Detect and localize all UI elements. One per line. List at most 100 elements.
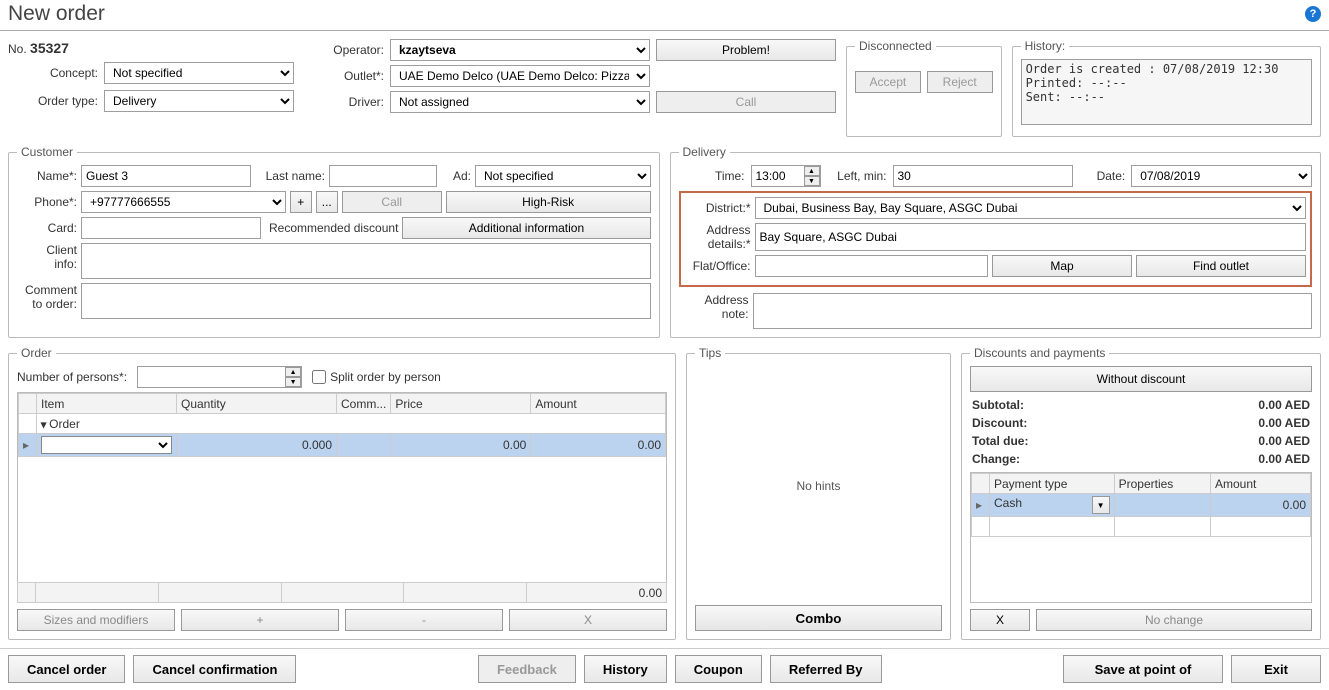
order-grid: Item Quantity Comm... Price Amount ▶Orde… — [18, 393, 666, 457]
date-select[interactable]: 07/08/2019 — [1131, 165, 1312, 187]
high-risk-button[interactable]: High-Risk — [446, 191, 651, 213]
payment-type-dropdown[interactable]: ▼ — [1092, 496, 1110, 514]
left-input[interactable] — [893, 165, 1074, 187]
change-label: Change: — [972, 452, 1228, 466]
addr-note-textarea[interactable] — [753, 293, 1313, 329]
phone-label: Phone*: — [17, 195, 77, 209]
without-discount-button[interactable]: Without discount — [970, 366, 1312, 392]
order-item-row: ▸ 0.000 0.00 0.00 — [19, 434, 666, 457]
district-select[interactable]: Dubai, Business Bay, Bay Square, ASGC Du… — [755, 197, 1307, 219]
order-legend: Order — [17, 346, 56, 360]
add-item-button[interactable]: + — [181, 609, 339, 631]
sizes-modifiers-button[interactable]: Sizes and modifiers — [17, 609, 175, 631]
num-persons-input[interactable] — [137, 366, 302, 388]
history-panel: History: Order is created : 07/08/2019 1… — [1012, 39, 1321, 137]
tips-legend: Tips — [695, 346, 725, 360]
name-label: Name*: — [17, 169, 77, 183]
tips-panel: Tips No hints Combo — [686, 346, 951, 640]
phone-add-button[interactable]: + — [290, 191, 312, 213]
disconnected-panel: Disconnected Accept Reject — [846, 39, 1002, 137]
operator-label: Operator: — [314, 43, 384, 57]
call-driver-button[interactable]: Call — [656, 91, 836, 113]
time-down[interactable]: ▼ — [804, 176, 820, 186]
subtotal-label: Subtotal: — [972, 398, 1228, 412]
phone-more-button[interactable]: ... — [316, 191, 338, 213]
discounts-legend: Discounts and payments — [970, 346, 1109, 360]
history-text[interactable]: Order is created : 07/08/2019 12:30 Prin… — [1021, 59, 1312, 125]
discounts-panel: Discounts and payments Without discount … — [961, 346, 1321, 640]
concept-label: Concept: — [8, 66, 98, 80]
split-check[interactable]: Split order by person — [312, 370, 441, 384]
disconnected-legend: Disconnected — [855, 39, 936, 53]
map-button[interactable]: Map — [992, 255, 1132, 277]
concept-select[interactable]: Not specified — [104, 62, 294, 84]
find-outlet-button[interactable]: Find outlet — [1136, 255, 1306, 277]
expand-icon[interactable]: ▶ — [40, 422, 49, 428]
cancel-order-button[interactable]: Cancel order — [8, 655, 125, 683]
payments-grid: Payment type Properties Amount ▸ Cash▼ 0… — [971, 473, 1311, 537]
cancel-confirmation-button[interactable]: Cancel confirmation — [133, 655, 296, 683]
date-label: Date: — [1079, 169, 1125, 183]
order-panel: Order Number of persons*: ▲▼ Split order… — [8, 346, 676, 640]
order-total: 0.00 — [527, 583, 667, 603]
referred-by-button[interactable]: Referred By — [770, 655, 882, 683]
problem-button[interactable]: Problem! — [656, 39, 836, 61]
outlet-label: Outlet*: — [314, 69, 384, 83]
addr-note-label: Address note: — [679, 293, 749, 321]
time-up[interactable]: ▲ — [804, 166, 820, 176]
coupon-button[interactable]: Coupon — [675, 655, 762, 683]
additional-info-button[interactable]: Additional information — [402, 217, 650, 239]
outlet-select[interactable]: UAE Demo Delco (UAE Demo Delco: Pizza) — [390, 65, 650, 87]
customer-legend: Customer — [17, 145, 77, 159]
reject-button[interactable]: Reject — [927, 71, 993, 93]
no-change-button[interactable]: No change — [1036, 609, 1312, 631]
delivery-panel: Delivery Time: ▲▼ Left, min: Date: 07/08… — [670, 145, 1322, 338]
order-type-select[interactable]: Delivery — [104, 90, 294, 112]
exit-button[interactable]: Exit — [1231, 655, 1321, 683]
num-persons-label: Number of persons*: — [17, 370, 127, 384]
ad-select[interactable]: Not specified — [475, 165, 651, 187]
phone-select[interactable]: +97777666555 — [81, 191, 286, 213]
lastname-input[interactable] — [329, 165, 437, 187]
order-group-row: ▶Order — [19, 414, 666, 434]
help-icon[interactable]: ? — [1305, 6, 1321, 22]
customer-panel: Customer Name*: Last name: Ad: Not speci… — [8, 145, 660, 338]
client-info-label: Client info: — [17, 243, 77, 271]
operator-select[interactable]: kzaytseva — [390, 39, 650, 61]
comment-textarea[interactable] — [81, 283, 651, 319]
save-button[interactable]: Save at point of — [1063, 655, 1223, 683]
call-customer-button[interactable]: Call — [342, 191, 442, 213]
accept-button[interactable]: Accept — [855, 71, 921, 93]
name-input[interactable] — [81, 165, 251, 187]
driver-select[interactable]: Not assigned — [390, 91, 650, 113]
item-cell-select[interactable] — [41, 436, 172, 454]
flat-input[interactable] — [755, 255, 989, 277]
lastname-label: Last name: — [255, 169, 325, 183]
totaldue-value: 0.00 AED — [1258, 434, 1310, 448]
history-button[interactable]: History — [584, 655, 667, 683]
discount-label: Discount: — [972, 416, 1228, 430]
feedback-button[interactable]: Feedback — [478, 655, 576, 683]
flat-label: Flat/Office: — [685, 259, 751, 273]
time-label: Time: — [679, 169, 745, 183]
combo-button[interactable]: Combo — [695, 605, 942, 631]
delivery-legend: Delivery — [679, 145, 730, 159]
addr-details-input[interactable] — [755, 223, 1307, 251]
payment-row: ▸ Cash▼ 0.00 — [972, 494, 1311, 517]
driver-label: Driver: — [314, 95, 384, 109]
no-label: No. — [8, 42, 27, 56]
subtotal-value: 0.00 AED — [1258, 398, 1310, 412]
page-title: New order — [8, 2, 105, 26]
ad-label: Ad: — [441, 169, 471, 183]
delete-payment-button[interactable]: X — [970, 609, 1030, 631]
card-input[interactable] — [81, 217, 261, 239]
persons-up[interactable]: ▲ — [285, 367, 301, 377]
remove-item-button[interactable]: - — [345, 609, 503, 631]
card-label: Card: — [17, 221, 77, 235]
delete-item-button[interactable]: X — [509, 609, 667, 631]
no-hints-text: No hints — [695, 366, 942, 605]
comment-label: Comment to order: — [17, 283, 77, 311]
client-info-textarea[interactable] — [81, 243, 651, 279]
rec-discount-label: Recommended discount — [265, 221, 398, 235]
persons-down[interactable]: ▼ — [285, 377, 301, 387]
